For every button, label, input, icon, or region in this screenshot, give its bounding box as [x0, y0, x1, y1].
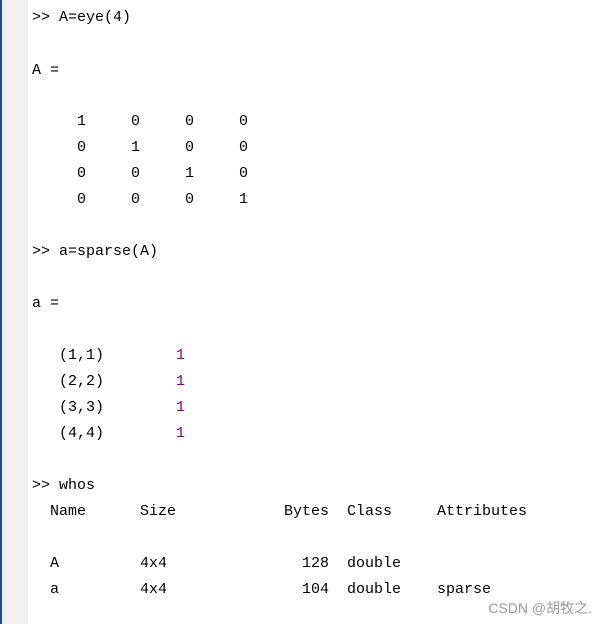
- whos-cell: A: [50, 555, 60, 572]
- matrix-cell: 0: [184, 139, 194, 156]
- matrix-cell: 0: [76, 191, 86, 208]
- whos-header: Name: [50, 503, 87, 520]
- matrix-cell: 1: [76, 113, 86, 130]
- whos-cell: double: [347, 581, 402, 598]
- watermark: CSDN @胡牧之.: [488, 600, 592, 616]
- sparse-value: 1: [175, 399, 185, 416]
- prompt: >>: [32, 477, 51, 494]
- sparse-value: 1: [175, 425, 185, 442]
- whos-header: Class: [347, 503, 393, 520]
- whos-header: Attributes: [437, 503, 528, 520]
- whos-cell: 4x4: [140, 555, 168, 572]
- matrix-cell: 1: [238, 191, 248, 208]
- matrix-cell: 1: [130, 139, 140, 156]
- whos-cell: 128: [301, 555, 329, 572]
- sparse-index: (1,1): [59, 347, 105, 364]
- whos-header: Bytes: [283, 503, 329, 520]
- matrix-cell: 0: [184, 113, 194, 130]
- matrix-cell: 0: [76, 139, 86, 156]
- output-label: a =: [32, 295, 60, 312]
- command-text: A=eye(4): [59, 9, 132, 26]
- sparse-index: (3,3): [59, 399, 105, 416]
- sparse-index: (2,2): [59, 373, 105, 390]
- prompt: >>: [32, 243, 51, 260]
- whos-header: Size: [140, 503, 177, 520]
- output-label: A =: [32, 62, 60, 79]
- matrix-cell: 0: [130, 165, 140, 182]
- whos-cell: double: [347, 555, 402, 572]
- matrix-cell: 0: [130, 113, 140, 130]
- sparse-value: 1: [175, 373, 185, 390]
- matrix-cell: 0: [238, 165, 248, 182]
- gutter: [2, 0, 28, 624]
- whos-cell: a: [50, 581, 60, 598]
- command-text: whos: [59, 477, 96, 494]
- matrix-cell: 0: [76, 165, 86, 182]
- matrix-cell: 0: [184, 191, 194, 208]
- whos-cell: 4x4: [140, 581, 168, 598]
- matrix-cell: 0: [238, 113, 248, 130]
- matrix-cell: 0: [130, 191, 140, 208]
- command-text: a=sparse(A): [59, 243, 159, 260]
- sparse-index: (4,4): [59, 425, 105, 442]
- sparse-value: 1: [175, 347, 185, 364]
- matrix-cell: 1: [184, 165, 194, 182]
- whos-cell: sparse: [437, 581, 492, 598]
- whos-cell: 104: [301, 581, 329, 598]
- prompt: >>: [32, 9, 51, 26]
- matrix-cell: 0: [238, 139, 248, 156]
